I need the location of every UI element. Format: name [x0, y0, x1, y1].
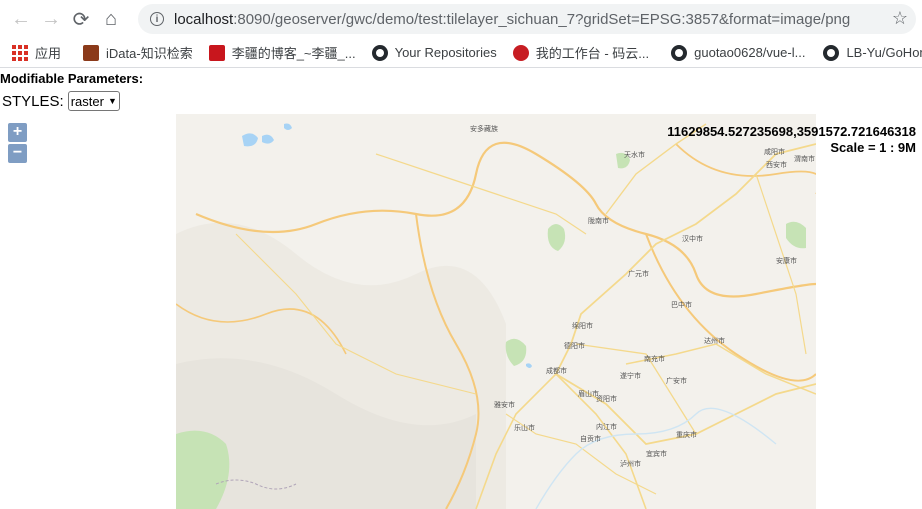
back-arrow-icon[interactable]: ← [6, 4, 36, 34]
map-viewport[interactable]: 安多藏族 天水市 西安市 咸阳市 渭南市 陇南市 汉中市 安康市 广元市 巴中市 绵阳市 达州市 德阳市… [176, 114, 816, 509]
city-label: 广元市 [628, 270, 649, 278]
city-label: 南充市 [644, 355, 665, 363]
city-label: 德阳市 [564, 342, 585, 350]
city-label: 安康市 [776, 257, 797, 265]
bookmark-gitee[interactable]: 我的工作台 - 码云... [512, 43, 650, 62]
url-text: localhost:8090/geoserver/gwc/demo/test:t… [174, 11, 916, 28]
bookmark-label: guotao0628/vue-l... [694, 45, 806, 60]
gitee-icon [512, 44, 529, 61]
bookmark-label: 李疆的博客_~李疆_... [231, 46, 356, 61]
zoom-control: + − [8, 123, 28, 165]
mouse-coordinates: 11629854.527235698,3591572.721646318 [667, 124, 916, 139]
forward-arrow-icon[interactable]: → [36, 4, 66, 34]
chevron-down-icon: ▼ [107, 96, 117, 106]
url-path: :8090/geoserver/gwc/demo/test:tilelayer_… [233, 10, 851, 28]
city-label: 自贡市 [580, 435, 601, 443]
reload-icon[interactable]: ⟳ [66, 4, 96, 34]
city-label: 眉山市 [578, 390, 599, 398]
city-label: 雅安市 [494, 401, 515, 409]
styles-label: STYLES: [2, 92, 64, 110]
styles-row: STYLES: raster ▼ [2, 91, 120, 111]
city-label: 乐山市 [514, 424, 535, 432]
map-scale: Scale = 1 : 9M [830, 140, 916, 155]
github-icon [371, 44, 388, 61]
address-bar[interactable]: i localhost:8090/geoserver/gwc/demo/test… [138, 4, 916, 34]
browser-toolbar: ← → ⟳ ⌂ i localhost:8090/geoserver/gwc/d… [0, 0, 922, 38]
city-label: 巴中市 [671, 301, 692, 309]
city-label: 重庆市 [676, 431, 697, 439]
bookmark-label: 应用 [35, 46, 62, 61]
city-label: 广安市 [666, 377, 687, 385]
map-readout: 11629854.527235698,3591572.721646318 Sca… [667, 124, 916, 156]
bookmark-label: 我的工作台 - 码云... [535, 46, 650, 61]
city-label: 绵阳市 [572, 322, 593, 330]
bookmark-label: iData-知识检索 [106, 46, 193, 61]
city-label: 资阳市 [596, 395, 617, 403]
bookmark-apps[interactable]: 应用 [12, 43, 61, 62]
city-label: 汉中市 [682, 235, 703, 243]
info-icon[interactable]: i [150, 12, 164, 26]
idata-icon [83, 44, 100, 61]
city-label: 遂宁市 [620, 372, 641, 380]
zoom-in-button[interactable]: + [8, 123, 27, 142]
bookmark-star-icon[interactable]: ☆ [892, 8, 908, 29]
home-icon[interactable]: ⌂ [96, 4, 126, 34]
bookmark-csdn-blog[interactable]: 李疆的博客_~李疆_... [208, 43, 356, 62]
city-label: 达州市 [704, 337, 725, 345]
map-tiles [176, 114, 816, 509]
bookmark-vue-l[interactable]: guotao0628/vue-l... [671, 44, 806, 61]
city-label: 天水市 [624, 151, 645, 159]
bookmark-idata[interactable]: iData-知识检索 [83, 43, 193, 62]
modifiable-parameters-title: Modifiable Parameters: [0, 71, 144, 86]
bookmark-gohome[interactable]: LB-Yu/GoHome: [823, 44, 922, 61]
city-label: 内江市 [596, 423, 617, 431]
bookmark-your-repositories[interactable]: Your Repositories [371, 44, 497, 61]
url-host: localhost [174, 10, 234, 28]
styles-selected-value: raster [70, 93, 104, 109]
zoom-out-button[interactable]: − [8, 144, 27, 163]
city-label: 宜宾市 [646, 450, 667, 458]
city-label: 泸州市 [620, 460, 641, 468]
city-label: 陇南市 [588, 217, 609, 225]
bookmark-label: LB-Yu/GoHome: [846, 45, 922, 60]
city-label: 西安市 [766, 161, 787, 169]
city-label: 成都市 [546, 367, 567, 375]
csdn-icon [208, 44, 225, 61]
bookmark-label: Your Repositories [394, 45, 497, 60]
bookmarks-bar: 应用 iData-知识检索 李疆的博客_~李疆_... Your Reposit… [0, 38, 922, 68]
github-icon [671, 44, 688, 61]
github-icon [823, 44, 840, 61]
apps-icon [12, 44, 28, 61]
styles-select[interactable]: raster ▼ [67, 91, 120, 111]
city-label: 安多藏族 [470, 125, 498, 133]
